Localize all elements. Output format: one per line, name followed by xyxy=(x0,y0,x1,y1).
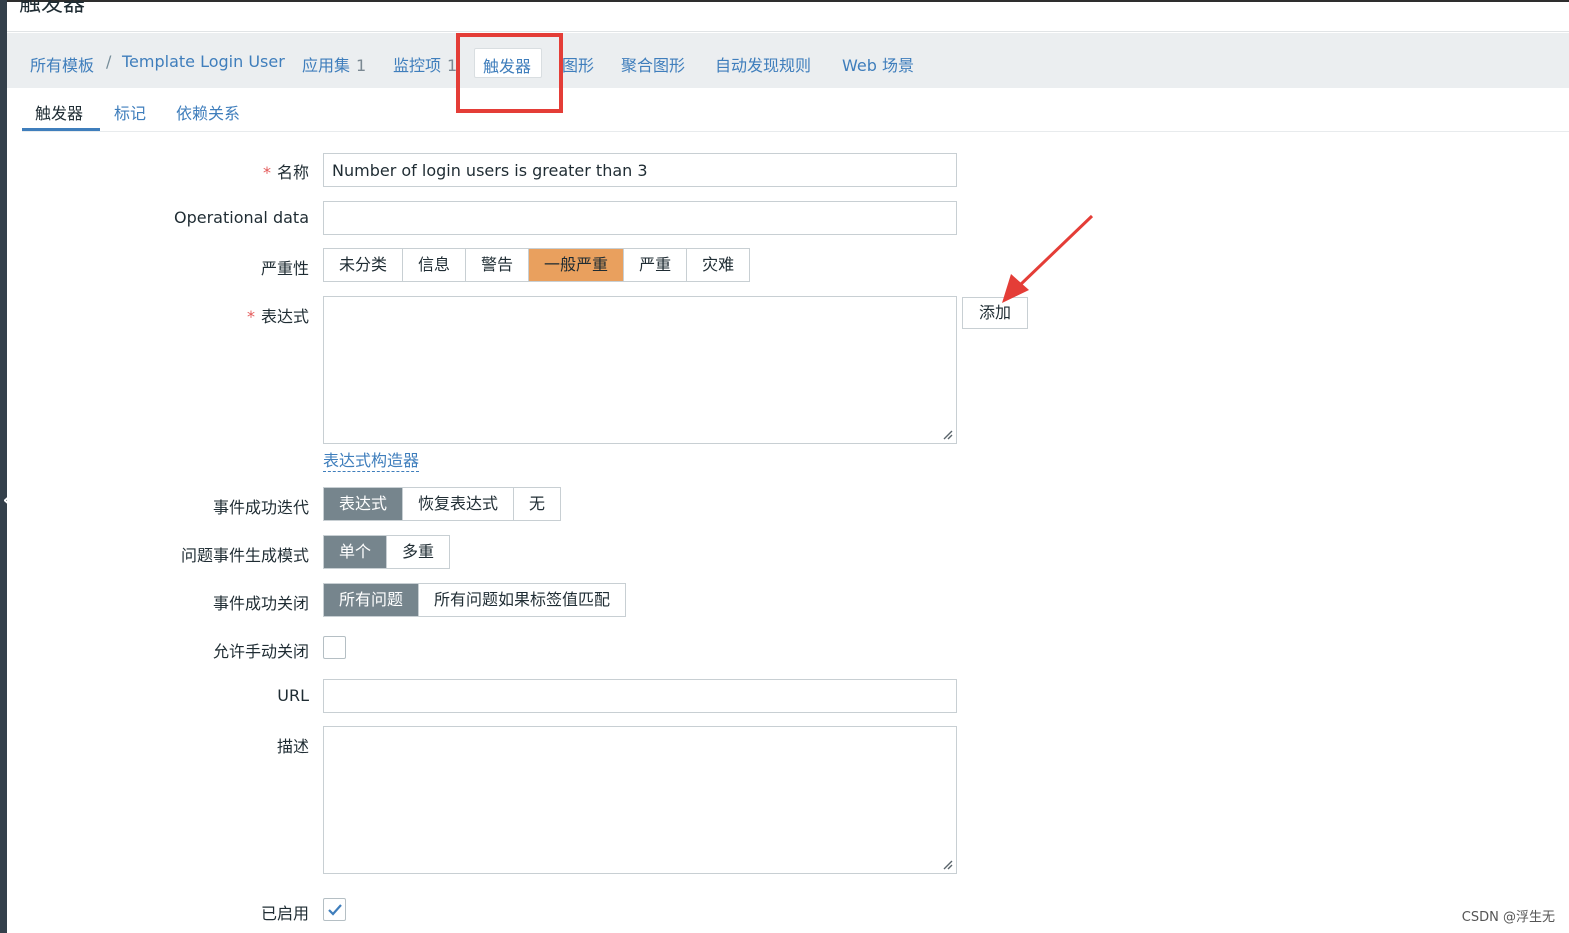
description-textarea[interactable] xyxy=(323,726,957,874)
breadcrumb-separator: / xyxy=(106,52,112,71)
expression-label-text: 表达式 xyxy=(260,307,309,326)
description-label: 描述 xyxy=(276,737,309,756)
ok-close-label: 事件成功关闭 xyxy=(212,594,309,613)
name-input[interactable] xyxy=(323,153,957,187)
expression-textarea[interactable] xyxy=(323,296,957,444)
enabled-checkbox[interactable] xyxy=(323,898,346,921)
problem-mode-single[interactable]: 单个 xyxy=(324,536,388,568)
ok-close-tag-match[interactable]: 所有问题如果标签值匹配 xyxy=(419,584,626,616)
annotation-arrow-icon xyxy=(1002,214,1094,303)
severity-not-classified[interactable]: 未分类 xyxy=(324,249,404,281)
form-tabs: 触发器 标记 依赖关系 xyxy=(22,88,1569,132)
nav-item-label: 应用集 xyxy=(302,56,351,75)
nav-item-count: 1 xyxy=(356,56,367,75)
title-row: 触发器 xyxy=(7,0,1569,32)
problem-mode-label: 问题事件生成模式 xyxy=(180,546,309,565)
operational-data-label: Operational data xyxy=(174,208,309,227)
watermark: CSDN @浮生无 xyxy=(1461,910,1555,925)
nav-item-items[interactable]: 监控项 1 xyxy=(393,52,457,76)
breadcrumb-nav: 所有模板 / Template Login User 应用集 1 监控项 1 触发器… xyxy=(7,33,1569,88)
severity-disaster[interactable]: 灾难 xyxy=(687,249,750,281)
expression-label: * 表达式 xyxy=(247,303,309,327)
name-label-text: 名称 xyxy=(276,163,309,182)
tab-dependencies[interactable]: 依赖关系 xyxy=(176,100,240,124)
nav-item-screens[interactable]: 聚合图形 xyxy=(621,52,685,76)
problem-mode-selector: 单个 多重 xyxy=(323,535,451,569)
ok-close-selector: 所有问题 所有问题如果标签值匹配 xyxy=(323,583,627,617)
name-label: * 名称 xyxy=(263,159,309,183)
manual-close-checkbox[interactable] xyxy=(323,636,346,659)
active-tab-underline xyxy=(22,128,100,131)
problem-mode-multiple[interactable]: 多重 xyxy=(387,536,450,568)
severity-information[interactable]: 信息 xyxy=(403,249,467,281)
left-sidebar-edge: ‹ xyxy=(0,0,12,933)
ok-event-expression[interactable]: 表达式 xyxy=(324,488,404,520)
url-input[interactable] xyxy=(323,679,957,713)
severity-selector: 未分类 信息 警告 一般严重 严重 灾难 xyxy=(323,248,751,282)
breadcrumb-all-templates[interactable]: 所有模板 xyxy=(30,52,94,76)
ok-event-none[interactable]: 无 xyxy=(514,488,561,520)
nav-item-graphs[interactable]: 图形 xyxy=(562,52,594,76)
breadcrumb-template-name[interactable]: Template Login User xyxy=(122,52,285,71)
resize-handle-icon[interactable] xyxy=(943,430,953,440)
nav-item-label: 监控项 xyxy=(393,56,442,75)
nav-item-web-scenarios[interactable]: Web 场景 xyxy=(842,52,914,76)
page-title: 触发器 xyxy=(19,0,86,17)
enabled-label: 已启用 xyxy=(260,904,309,923)
severity-label: 严重性 xyxy=(260,259,309,278)
severity-high[interactable]: 严重 xyxy=(624,249,688,281)
top-edge xyxy=(7,0,1569,2)
severity-warning[interactable]: 警告 xyxy=(466,249,530,281)
required-mark: * xyxy=(262,163,271,182)
page: 触发器 所有模板 / Template Login User 应用集 1 监控项 1… xyxy=(7,0,1569,933)
ok-close-all-problems[interactable]: 所有问题 xyxy=(324,584,420,616)
ok-event-recovery-expression[interactable]: 恢复表达式 xyxy=(403,488,515,520)
expression-builder-link[interactable]: 表达式构造器 xyxy=(323,451,420,472)
tab-tags[interactable]: 标记 xyxy=(114,100,146,124)
ok-event-label: 事件成功迭代 xyxy=(212,498,309,517)
tab-trigger[interactable]: 触发器 xyxy=(35,100,83,124)
manual-close-label: 允许手动关闭 xyxy=(212,642,309,661)
nav-item-discovery-rules[interactable]: 自动发现规则 xyxy=(715,52,811,76)
nav-item-applications[interactable]: 应用集 1 xyxy=(302,52,366,76)
required-mark: * xyxy=(246,307,255,326)
url-label: URL xyxy=(277,686,309,705)
ok-event-selector: 表达式 恢复表达式 无 xyxy=(323,487,562,521)
checkmark-icon xyxy=(328,904,342,916)
operational-data-input[interactable] xyxy=(323,201,957,235)
severity-average[interactable]: 一般严重 xyxy=(529,249,625,281)
resize-handle-icon[interactable] xyxy=(943,860,953,870)
